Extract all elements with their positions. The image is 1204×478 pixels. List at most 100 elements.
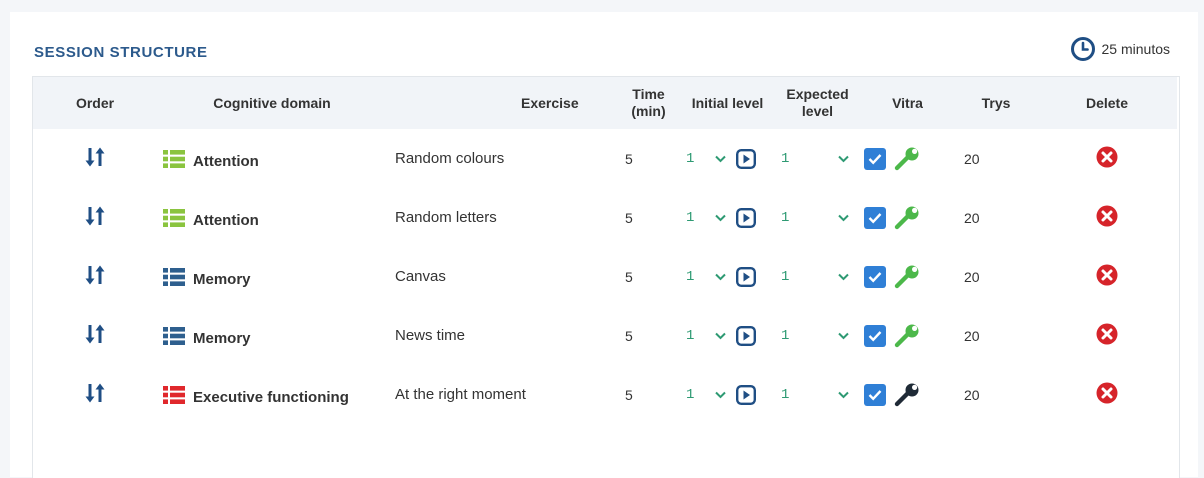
initial-level-select[interactable]: 1 [680,195,732,240]
col-order: Order [33,77,157,129]
vitra-checkbox[interactable] [864,265,886,288]
vitra-cell [860,323,955,349]
expected-level-value: 1 [781,209,790,226]
vitra-checkbox[interactable] [864,383,886,406]
table-row: Memory Canvas 5 1 1 20 [33,247,1177,306]
delete-icon[interactable] [1096,146,1118,168]
reorder-icon[interactable] [84,146,106,168]
reorder-icon[interactable] [84,382,106,404]
chevron-down-icon [715,155,726,162]
list-icon [163,149,185,168]
col-expected-level: Expected level [775,77,860,129]
delete-icon[interactable] [1096,382,1118,404]
checkmark-icon [868,389,882,401]
trys-input[interactable]: 20 [955,195,1013,240]
play-button-icon[interactable] [736,266,756,287]
chevron-down-icon [715,332,726,339]
vitra-cell [860,382,955,408]
play-button-icon[interactable] [736,384,756,405]
checkmark-icon [868,330,882,342]
clock-icon [1070,37,1095,61]
col-exercise: Exercise [387,77,617,129]
initial-level-select[interactable]: 1 [680,313,732,358]
expected-level-value: 1 [781,268,790,285]
exercise-name: News time [395,327,466,344]
table-row: Attention Random letters 5 1 1 20 [33,188,1177,247]
domain-label: Memory [193,271,251,288]
play-button-icon[interactable] [736,207,756,228]
time-input[interactable]: 5 [617,136,667,181]
expected-level-select[interactable]: 1 [775,195,855,240]
col-expected-line1: Expected [786,86,849,102]
reorder-icon[interactable] [84,264,106,286]
delete-icon[interactable] [1096,323,1118,345]
cognitive-domain: Memory [157,267,387,288]
play-button-icon[interactable] [736,148,756,169]
table-row: Memory News time 5 1 1 20 [33,306,1177,365]
initial-level-select[interactable]: 1 [680,136,732,181]
duration-label: 25 minutos [1101,41,1170,57]
col-delete: Delete [1037,77,1177,129]
checkmark-icon [868,153,882,165]
initial-level-value: 1 [686,268,695,285]
expected-level-select[interactable]: 1 [775,254,855,299]
trys-input[interactable]: 20 [955,136,1013,181]
chevron-down-icon [838,214,849,221]
trys-input[interactable]: 20 [955,372,1013,417]
reorder-icon[interactable] [84,323,106,345]
checkmark-icon [868,271,882,283]
cognitive-domain: Executive functioning [157,385,387,406]
wrench-icon[interactable] [894,205,920,231]
table-row: Attention Random colours 5 1 1 20 [33,129,1177,188]
col-vitra: Vitra [860,77,955,129]
domain-label: Memory [193,330,251,347]
list-icon [163,208,185,227]
col-expected-line2: level [801,103,834,119]
chevron-down-icon [838,273,849,280]
initial-level-select[interactable]: 1 [680,254,732,299]
time-input[interactable]: 5 [617,254,667,299]
cognitive-domain: Attention [157,149,387,170]
expected-level-select[interactable]: 1 [775,136,855,181]
play-button-icon[interactable] [736,325,756,346]
exercise-name: At the right moment [395,386,526,403]
trys-input[interactable]: 20 [955,313,1013,358]
initial-level-select[interactable]: 1 [680,372,732,417]
checkmark-icon [868,212,882,224]
initial-level-value: 1 [686,386,695,403]
chevron-down-icon [715,214,726,221]
wrench-icon[interactable] [894,264,920,290]
chevron-down-icon [838,391,849,398]
trys-input[interactable]: 20 [955,254,1013,299]
wrench-icon[interactable] [894,146,920,172]
time-input[interactable]: 5 [617,372,667,417]
col-time: Time (min) [617,77,680,129]
vitra-checkbox[interactable] [864,147,886,170]
cognitive-domain: Attention [157,208,387,229]
wrench-icon[interactable] [894,382,920,408]
initial-level-value: 1 [686,150,695,167]
domain-label: Executive functioning [193,389,349,406]
vitra-checkbox[interactable] [864,324,886,347]
time-input[interactable]: 5 [617,195,667,240]
list-icon [163,267,185,286]
expected-level-value: 1 [781,150,790,167]
delete-icon[interactable] [1096,205,1118,227]
expected-level-value: 1 [781,386,790,403]
table-header: Order Cognitive domain Exercise Time (min… [33,77,1177,129]
domain-label: Attention [193,212,259,229]
expected-level-select[interactable]: 1 [775,313,855,358]
wrench-icon[interactable] [894,323,920,349]
vitra-cell [860,264,955,290]
expected-level-select[interactable]: 1 [775,372,855,417]
vitra-checkbox[interactable] [864,206,886,229]
reorder-icon[interactable] [84,205,106,227]
expected-level-value: 1 [781,327,790,344]
time-input[interactable]: 5 [617,313,667,358]
cognitive-domain: Memory [157,326,387,347]
section-title: SESSION STRUCTURE [34,44,208,61]
delete-icon[interactable] [1096,264,1118,286]
vitra-cell [860,205,955,231]
vitra-cell [860,146,955,172]
col-time-line1: Time [632,86,665,102]
